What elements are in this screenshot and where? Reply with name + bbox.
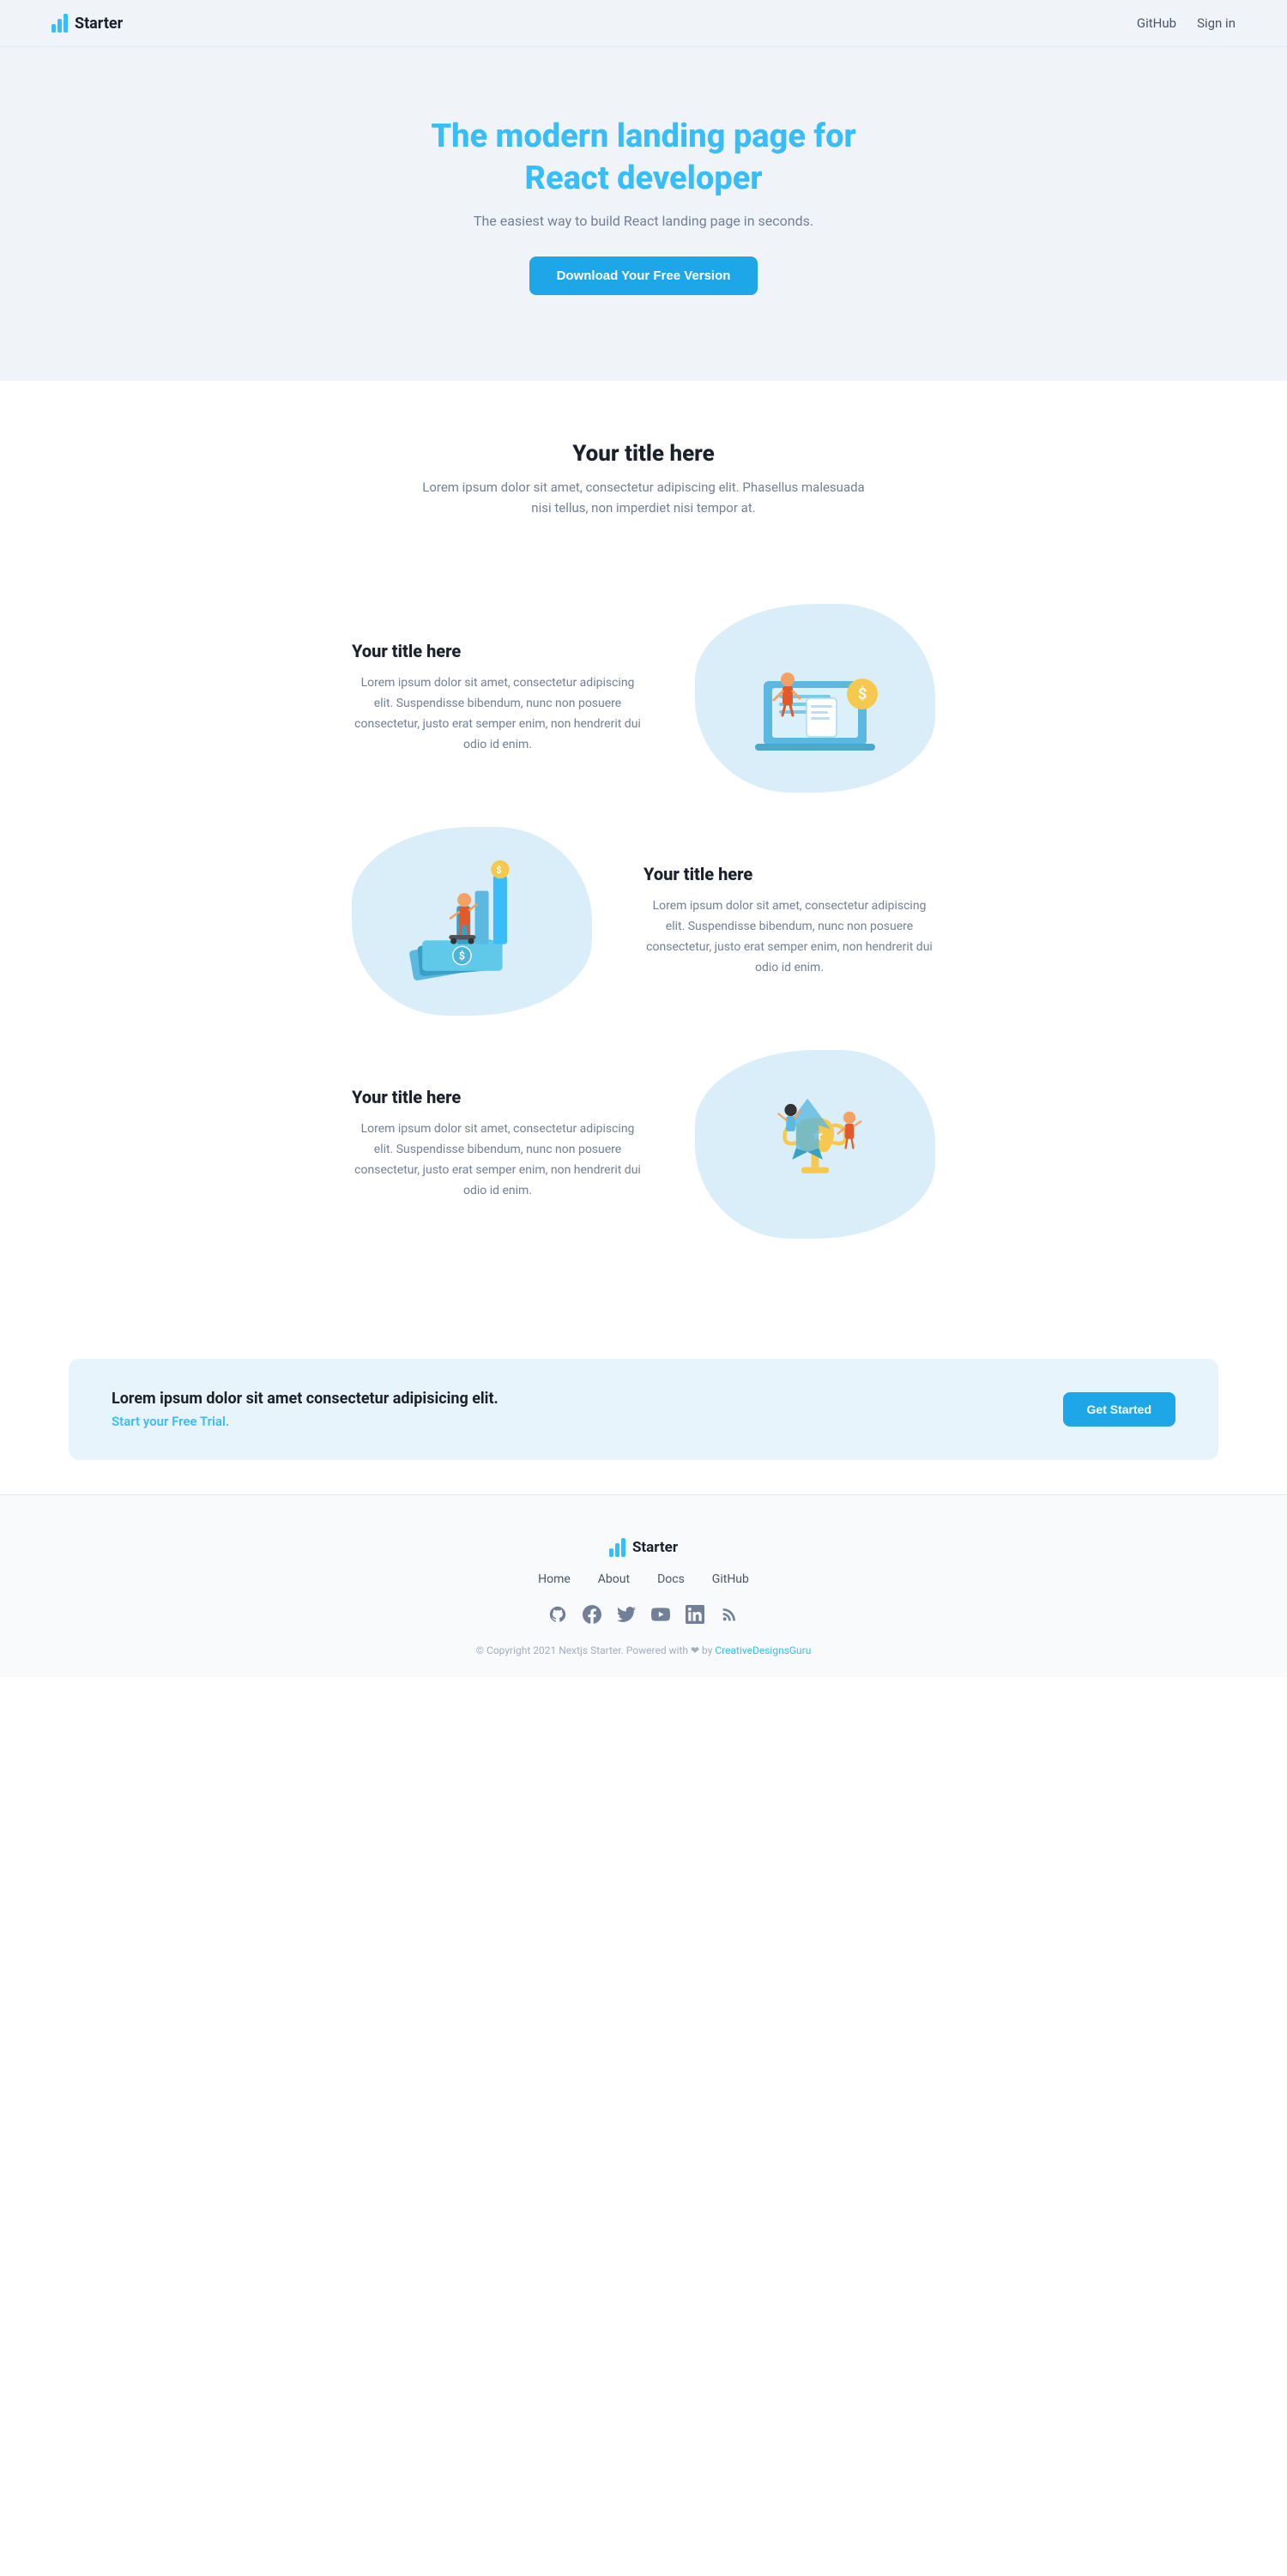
footer-social-icons [34, 1605, 1253, 1624]
section-title: Your title here [34, 441, 1253, 467]
footer-bar-1 [609, 1548, 613, 1557]
svg-text:$: $ [858, 685, 867, 703]
cta-get-started-button[interactable]: Get Started [1063, 1392, 1175, 1427]
copyright-text: © Copyright 2021 Nextjs Starter. Powered… [476, 1644, 716, 1656]
logo-icon [51, 14, 68, 33]
hero-title-line2: React developer [524, 160, 762, 197]
feature-3-image: ★ [695, 1050, 935, 1239]
features-section: Your title here Lorem ipsum dolor sit am… [0, 535, 1287, 1324]
feature-1-image: $ [695, 604, 935, 793]
feature-2-text: Your title here Lorem ipsum dolor sit am… [644, 864, 935, 978]
logo-bar-3 [63, 14, 68, 33]
hero-section: The modern landing page for React develo… [0, 47, 1287, 381]
footer-nav-links: Home About Docs GitHub [34, 1572, 1253, 1586]
rss-icon[interactable] [720, 1605, 739, 1624]
footer-bar-3 [621, 1538, 625, 1557]
brand-name: Starter [75, 15, 123, 33]
feature-1-svg: $ [729, 630, 901, 767]
feature-1-desc: Lorem ipsum dolor sit amet, consectetur … [352, 673, 644, 755]
cta-text-block: Lorem ipsum dolor sit amet consectetur a… [112, 1390, 498, 1429]
feature-2-title: Your title here [644, 864, 935, 884]
cta-banner: Lorem ipsum dolor sit amet consectetur a… [69, 1359, 1218, 1460]
navbar: Starter GitHub Sign in [0, 0, 1287, 47]
footer-logo: Starter [34, 1538, 1253, 1557]
copyright-link[interactable]: CreativeDesignsGuru [715, 1644, 811, 1656]
feature-3-title: Your title here [352, 1087, 644, 1107]
footer-copyright: © Copyright 2021 Nextjs Starter. Powered… [34, 1644, 1253, 1656]
feature-row-1: Your title here Lorem ipsum dolor sit am… [257, 604, 1030, 793]
feature-2-desc: Lorem ipsum dolor sit amet, consectetur … [644, 896, 935, 978]
footer: Starter Home About Docs GitHub © Copyrig… [0, 1494, 1287, 1677]
nav-links: GitHub Sign in [1137, 15, 1236, 31]
feature-2-svg: $ $ [386, 853, 558, 990]
footer-brand-name: Starter [632, 1539, 678, 1556]
github-icon[interactable] [548, 1605, 567, 1624]
feature-3-desc: Lorem ipsum dolor sit amet, consectetur … [352, 1119, 644, 1201]
hero-subtitle: The easiest way to build React landing p… [34, 213, 1253, 229]
logo-bar-2 [57, 19, 62, 33]
logo-bar-1 [51, 24, 56, 33]
linkedin-icon[interactable] [686, 1605, 704, 1624]
footer-link-about[interactable]: About [598, 1572, 630, 1586]
section-description: Lorem ipsum dolor sit amet, consectetur … [420, 477, 867, 518]
footer-bar-2 [615, 1543, 619, 1557]
feature-3-text: Your title here Lorem ipsum dolor sit am… [352, 1087, 644, 1201]
twitter-icon[interactable] [617, 1605, 636, 1624]
svg-text:$: $ [496, 865, 501, 876]
footer-link-github[interactable]: GitHub [712, 1572, 749, 1586]
cta-title: Lorem ipsum dolor sit amet consectetur a… [112, 1390, 498, 1408]
svg-text:$: $ [459, 950, 465, 962]
facebook-icon[interactable] [583, 1605, 601, 1624]
cta-trial-link[interactable]: Start your Free Trial. [112, 1414, 229, 1429]
feature-row-3: Your title here Lorem ipsum dolor sit am… [257, 1050, 1030, 1239]
youtube-icon[interactable] [651, 1605, 670, 1624]
feature-2-image: $ $ [352, 827, 592, 1016]
nav-github-link[interactable]: GitHub [1137, 15, 1176, 31]
footer-logo-icon [609, 1538, 625, 1557]
hero-title: The modern landing page for React develo… [34, 116, 1253, 201]
feature-3-svg: ★ [729, 1076, 901, 1213]
logo: Starter [51, 14, 123, 33]
hero-title-line1: The modern landing page for [431, 118, 855, 155]
feature-1-text: Your title here Lorem ipsum dolor sit am… [352, 641, 644, 755]
feature-1-title: Your title here [352, 641, 644, 661]
footer-link-home[interactable]: Home [538, 1572, 571, 1586]
nav-signin-link[interactable]: Sign in [1197, 15, 1236, 31]
feature-row-2: Your title here Lorem ipsum dolor sit am… [257, 827, 1030, 1016]
section-title-block: Your title here Lorem ipsum dolor sit am… [0, 381, 1287, 535]
hero-cta-button[interactable]: Download Your Free Version [529, 256, 758, 295]
footer-link-docs[interactable]: Docs [657, 1572, 685, 1586]
